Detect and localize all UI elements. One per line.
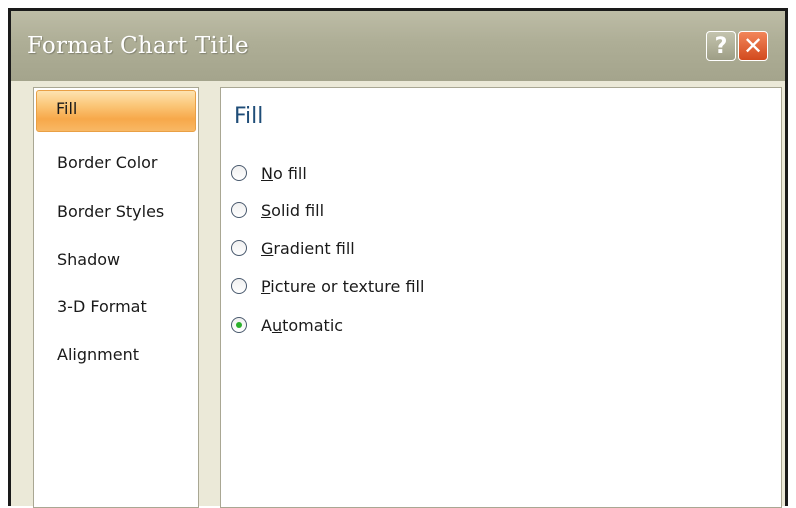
no-fill-option[interactable]: No fill <box>231 161 307 185</box>
label-text-prefix: A <box>261 315 272 335</box>
nav-item-label: Shadow <box>57 250 121 269</box>
radio-label: Picture or texture fill <box>261 277 424 296</box>
picture-or-texture-fill-option[interactable]: Picture or texture fill <box>231 274 424 298</box>
automatic-option[interactable]: Automatic <box>231 313 343 337</box>
title-bar[interactable]: Format Chart Title ? ✕ <box>11 11 785 81</box>
section-title: Fill <box>234 104 264 129</box>
nav-item-label: Border Color <box>57 153 158 172</box>
label-text: tomatic <box>282 315 344 335</box>
label-text: icture or texture fill <box>270 276 425 296</box>
nav-item-label: 3-D Format <box>57 297 147 316</box>
nav-item-label: Alignment <box>57 345 139 364</box>
nav-item-alignment[interactable]: Alignment <box>34 336 198 374</box>
nav-item-border-color[interactable]: Border Color <box>34 144 198 182</box>
radio-unchecked-icon[interactable] <box>231 165 247 181</box>
radio-label: No fill <box>261 164 307 183</box>
nav-item-shadow[interactable]: Shadow <box>34 241 198 279</box>
nav-item-label: Fill <box>56 99 78 118</box>
radio-dot-icon <box>236 322 242 328</box>
close-icon: ✕ <box>742 32 764 60</box>
fill-options-panel: Fill No fill Solid fill Gradient fill Pi… <box>220 87 782 508</box>
radio-unchecked-icon[interactable] <box>231 240 247 256</box>
solid-fill-option[interactable]: Solid fill <box>231 198 324 222</box>
help-icon: ? <box>714 33 728 59</box>
accelerator-key: S <box>261 200 272 220</box>
radio-unchecked-icon[interactable] <box>231 278 247 294</box>
radio-label: Automatic <box>261 316 343 335</box>
nav-item-label: Border Styles <box>57 202 165 221</box>
accelerator-key: u <box>271 315 283 335</box>
nav-item-border-styles[interactable]: Border Styles <box>34 193 198 231</box>
dialog-content: Fill Border Color Border Styles Shadow 3… <box>11 81 785 508</box>
label-text: radient fill <box>273 238 355 258</box>
nav-item-3d-format[interactable]: 3-D Format <box>34 288 198 326</box>
accelerator-key: N <box>261 163 273 183</box>
nav-item-fill[interactable]: Fill <box>36 90 196 132</box>
accelerator-key: P <box>261 276 271 296</box>
radio-label: Solid fill <box>261 201 324 220</box>
label-text: olid fill <box>271 200 325 220</box>
radio-checked-icon[interactable] <box>231 317 247 333</box>
help-button[interactable]: ? <box>706 31 736 61</box>
radio-label: Gradient fill <box>261 239 355 258</box>
label-text: o fill <box>272 163 307 183</box>
gradient-fill-option[interactable]: Gradient fill <box>231 236 355 260</box>
radio-unchecked-icon[interactable] <box>231 202 247 218</box>
screenshot-frame: Format Chart Title ? ✕ Fill Border Color… <box>0 0 796 508</box>
format-chart-title-dialog: Format Chart Title ? ✕ Fill Border Color… <box>8 8 788 508</box>
dialog-title: Format Chart Title <box>27 33 249 59</box>
category-list: Fill Border Color Border Styles Shadow 3… <box>33 87 199 508</box>
close-button[interactable]: ✕ <box>738 31 768 61</box>
accelerator-key: G <box>261 238 274 258</box>
